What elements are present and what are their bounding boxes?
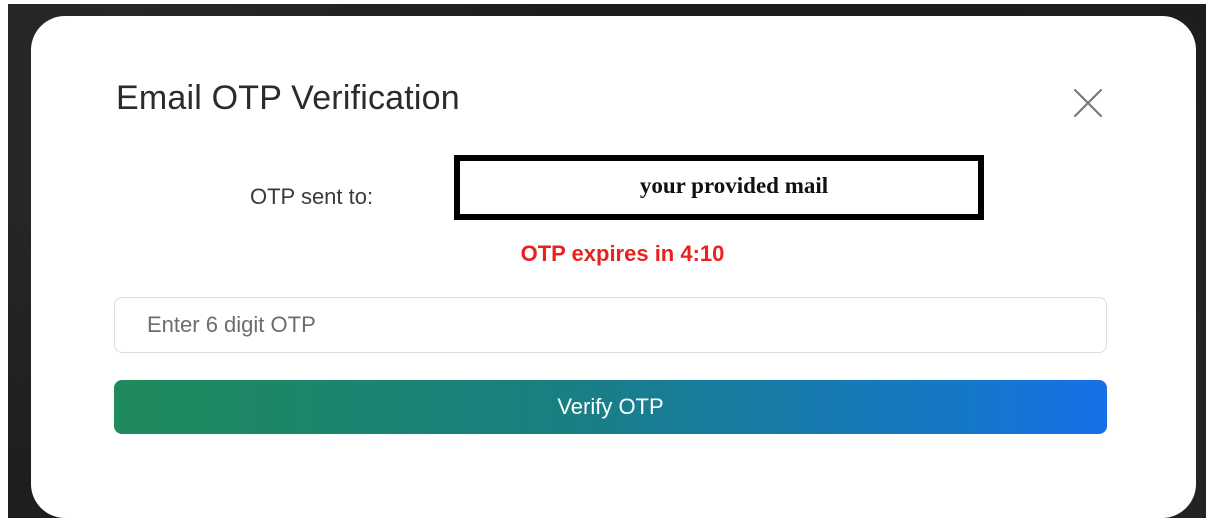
page-edge-top xyxy=(0,0,1210,4)
close-icon xyxy=(1073,88,1103,118)
otp-input[interactable] xyxy=(114,297,1107,353)
verify-otp-button[interactable]: Verify OTP xyxy=(114,380,1107,434)
otp-verification-modal: Email OTP Verification OTP sent to: your… xyxy=(31,16,1196,518)
modal-title: Email OTP Verification xyxy=(116,79,460,117)
page-edge-right xyxy=(1206,0,1210,521)
email-display-box: your provided mail xyxy=(454,155,984,220)
close-button[interactable] xyxy=(1071,86,1105,120)
email-value: your provided mail xyxy=(639,173,829,198)
otp-sent-label: OTP sent to: xyxy=(250,184,374,209)
page-edge-left xyxy=(0,0,8,521)
otp-expiry-timer: OTP expires in 4:10 xyxy=(520,241,725,266)
